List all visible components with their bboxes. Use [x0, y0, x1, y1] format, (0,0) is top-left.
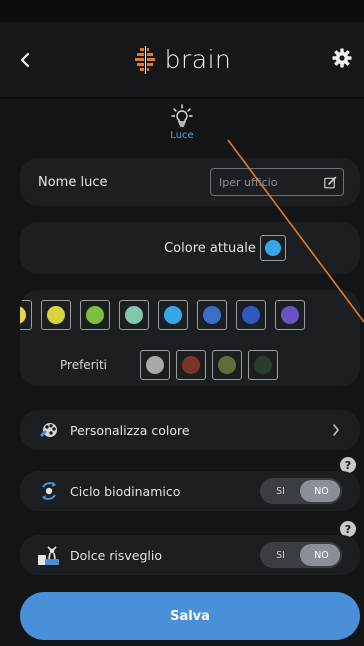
- toggle-yes[interactable]: SI: [260, 542, 301, 568]
- gear-icon: [332, 48, 352, 68]
- custom-color-label: Personalizza colore: [70, 422, 190, 438]
- biodynamic-cycle-label: Ciclo biodinamico: [70, 483, 181, 499]
- color-dot: [182, 356, 200, 374]
- back-button[interactable]: [14, 48, 36, 72]
- lightbulb-icon: [171, 104, 193, 127]
- chevron-left-icon: [20, 52, 30, 68]
- gentle-wakeup-toggle[interactable]: SI NO: [260, 542, 342, 568]
- palette-color-3[interactable]: [80, 300, 110, 330]
- favorites-swatches: [140, 350, 278, 380]
- wakeup-icon: [36, 542, 62, 568]
- palette-color-2[interactable]: [41, 300, 71, 330]
- toggle-no[interactable]: NO: [301, 478, 342, 504]
- current-color-card: Colore attuale: [20, 222, 360, 274]
- palette-color-7[interactable]: [236, 300, 266, 330]
- toggle-no[interactable]: NO: [301, 542, 342, 568]
- main-content: Luce Nome luce Colore attuale Preferiti: [0, 98, 364, 646]
- palette-color-5[interactable]: [158, 300, 188, 330]
- custom-color-option[interactable]: Personalizza colore: [20, 410, 360, 450]
- favorites-label: Preferiti: [60, 358, 107, 372]
- name-input[interactable]: [219, 175, 323, 189]
- edit-icon[interactable]: [323, 175, 337, 189]
- color-dot: [254, 356, 272, 374]
- brain-logo: brain: [133, 45, 232, 74]
- color-dot: [146, 356, 164, 374]
- color-dot: [242, 306, 260, 324]
- cycle-icon: [36, 478, 62, 504]
- biodynamic-cycle-option: Ciclo biodinamico SI NO: [20, 471, 360, 511]
- name-input-wrapper: [210, 168, 344, 196]
- palette-color-4[interactable]: [119, 300, 149, 330]
- color-dot: [20, 306, 26, 324]
- toggle-yes[interactable]: SI: [260, 478, 301, 504]
- current-color-swatch[interactable]: [259, 235, 286, 261]
- biodynamic-cycle-toggle[interactable]: SI NO: [260, 478, 342, 504]
- brain-logo-icon: [134, 45, 155, 74]
- color-dot: [203, 306, 221, 324]
- palette-icon: [36, 417, 62, 443]
- app-title: brain: [164, 45, 232, 74]
- light-type: Luce: [0, 104, 364, 154]
- palette-row: [20, 300, 305, 330]
- favorites-row: Preferiti: [60, 350, 278, 380]
- current-color-dot: [264, 240, 281, 256]
- favorite-color-2[interactable]: [176, 350, 206, 380]
- current-color-label: Colore attuale: [164, 240, 256, 256]
- color-dot: [164, 306, 182, 324]
- gentle-wakeup-option: Dolce risveglio SI NO: [20, 535, 360, 575]
- favorite-color-4[interactable]: [248, 350, 278, 380]
- app-header: brain: [0, 22, 364, 98]
- color-dot: [281, 306, 299, 324]
- chevron-right-icon: [330, 424, 342, 436]
- palette-color-8[interactable]: [275, 300, 305, 330]
- color-dot: [125, 306, 143, 324]
- light-type-label: Luce: [170, 130, 194, 141]
- color-dot: [218, 356, 236, 374]
- color-dot: [47, 306, 65, 324]
- palette-color-6[interactable]: [197, 300, 227, 330]
- color-dot: [86, 306, 104, 324]
- favorite-color-1[interactable]: [140, 350, 170, 380]
- name-label: Nome luce: [38, 174, 108, 190]
- name-card: Nome luce: [20, 158, 360, 206]
- palette-card: Preferiti: [20, 290, 360, 386]
- save-button[interactable]: Salva: [20, 592, 360, 640]
- settings-button[interactable]: [330, 46, 354, 70]
- gentle-wakeup-label: Dolce risveglio: [70, 547, 163, 563]
- status-bar: [0, 0, 364, 22]
- palette-color-1[interactable]: [20, 300, 32, 330]
- favorite-color-3[interactable]: [212, 350, 242, 380]
